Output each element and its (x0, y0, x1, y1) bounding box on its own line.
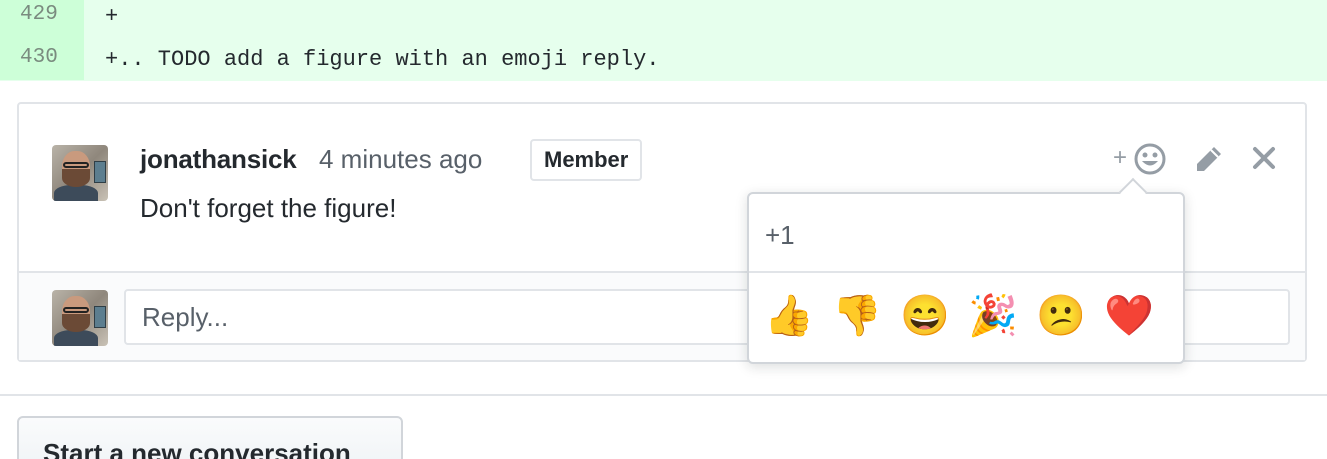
edit-button[interactable] (1192, 144, 1224, 181)
diff-line-429: 429 + (0, 0, 1327, 40)
heart-reaction-button[interactable]: ❤️ (1101, 288, 1157, 344)
confused-reaction-button[interactable]: 😕 (1033, 288, 1089, 344)
divider (749, 271, 1183, 273)
line-number[interactable]: 430 (0, 40, 84, 80)
thumbs-up-reaction-button[interactable]: 👍 (761, 288, 817, 344)
popover-title: +1 (765, 220, 795, 250)
add-reaction-button[interactable]: + (1113, 142, 1173, 178)
line-code: +.. TODO add a figure with an emoji repl… (105, 47, 660, 72)
hooray-reaction-button[interactable]: 🎉 (965, 288, 1021, 344)
comment-timestamp[interactable]: 4 minutes ago (319, 144, 482, 175)
avatar (52, 290, 108, 346)
diff-line-430: 430 +.. TODO add a figure with an emoji … (0, 40, 1327, 81)
reaction-popover: +1 👍 👎 😄 🎉 😕 ❤️ (747, 177, 1185, 364)
smiley-icon (1134, 143, 1166, 175)
plus-sign: + (1113, 144, 1128, 171)
member-badge: Member (530, 139, 643, 181)
avatar[interactable] (52, 145, 108, 201)
comment-body: Don't forget the figure! (140, 193, 397, 223)
thumbs-down-reaction-button[interactable]: 👎 (829, 288, 885, 344)
divider (0, 394, 1327, 396)
comment-author[interactable]: jonathansick (140, 144, 297, 175)
delete-button[interactable] (1250, 144, 1278, 177)
close-icon (1253, 147, 1275, 169)
start-new-conversation-button[interactable]: Start a new conversation (17, 416, 403, 459)
pencil-icon (1197, 147, 1221, 171)
line-code: + (105, 4, 119, 29)
line-number[interactable]: 429 (0, 0, 84, 40)
laugh-reaction-button[interactable]: 😄 (897, 288, 953, 344)
